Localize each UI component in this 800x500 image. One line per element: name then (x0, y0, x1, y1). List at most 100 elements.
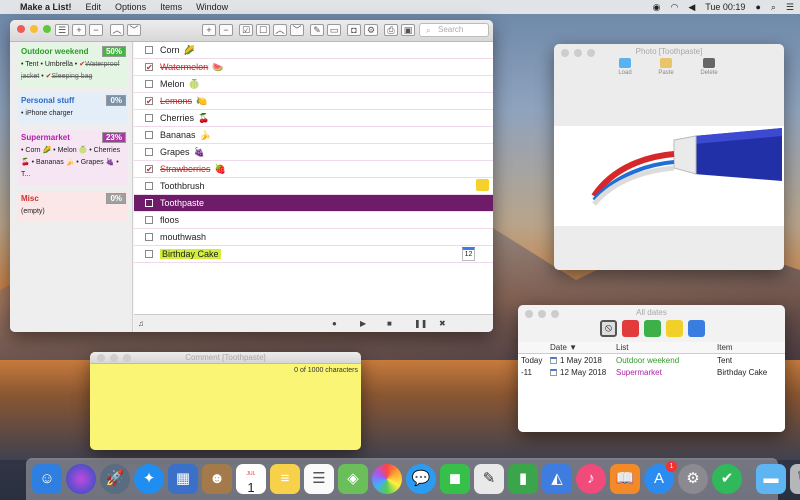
remove-item-button[interactable]: − (219, 24, 233, 36)
music-note-icon[interactable]: ♫ (138, 319, 144, 328)
delete-recording-icon[interactable]: ✖ (439, 319, 446, 328)
table-row[interactable]: -11 12 May 2018 Supermarket Birthday Cak… (518, 366, 785, 378)
messages-icon[interactable]: 💬 (406, 464, 436, 494)
user-icon[interactable]: ● (755, 2, 760, 12)
item-down-icon[interactable]: ﹀ (290, 24, 304, 36)
finder-icon[interactable]: ☺ (32, 464, 62, 494)
column-item[interactable]: Item (717, 343, 783, 352)
menubar-clock[interactable]: Tue 00:19 (705, 2, 745, 12)
spotlight-icon[interactable]: ⌕ (771, 2, 776, 13)
checkbox[interactable] (145, 233, 153, 241)
search-input[interactable]: ⌕ Search (419, 23, 489, 37)
trash-icon[interactable]: 🗑 (790, 464, 800, 494)
contacts-icon[interactable]: ☻ (202, 464, 232, 494)
launchpad-icon[interactable]: 🚀 (100, 464, 130, 494)
checkbox[interactable] (145, 182, 153, 190)
pause-icon[interactable]: ❚❚ (414, 319, 427, 328)
camera-icon[interactable]: ◘ (347, 24, 361, 36)
checkbox[interactable] (145, 250, 153, 258)
move-down-icon[interactable]: ﹀ (127, 24, 141, 36)
itunes-icon[interactable]: ♪ (576, 464, 606, 494)
list-group-supermarket[interactable]: Supermarket 23% • Corn 🌽 • Melon 🍈 • Che… (18, 130, 128, 185)
list-group-outdoor-weekend[interactable]: Outdoor weekend 50% • Tent • Umbrella • … (18, 44, 128, 87)
trash-toolbar-icon[interactable]: ▣ (401, 24, 415, 36)
list-item[interactable]: ✔ Watermelon 🍉 (134, 59, 493, 76)
uncheck-all-icon[interactable]: ☐ (256, 24, 270, 36)
check-all-icon[interactable]: ☑ (239, 24, 253, 36)
checkbox[interactable] (145, 199, 153, 207)
edit-pencil-icon[interactable]: ✎ (310, 24, 324, 36)
checkbox[interactable] (145, 216, 153, 224)
comment-icon[interactable]: ▭ (327, 24, 341, 36)
list-item[interactable]: floos (134, 212, 493, 229)
list-item-selected[interactable]: Toothpaste (134, 195, 493, 212)
add-list-button[interactable]: + (72, 24, 86, 36)
list-item[interactable]: Bananas 🍌 (134, 127, 493, 144)
menu-options[interactable]: Options (115, 2, 146, 12)
checkbox[interactable]: ✔ (145, 63, 153, 72)
wifi-icon[interactable]: ◠ (670, 2, 678, 13)
checkbox[interactable] (145, 80, 153, 88)
red-filter-button[interactable] (622, 320, 639, 337)
volume-icon[interactable]: ◀ (688, 2, 695, 13)
make-a-list-icon[interactable]: ✔ (712, 464, 742, 494)
record-icon[interactable]: ● (332, 319, 337, 328)
numbers-icon[interactable]: ▮ (508, 464, 538, 494)
add-item-button[interactable]: + (202, 24, 216, 36)
app-store-icon[interactable]: A 1 (644, 461, 677, 494)
print-icon[interactable]: ⎙ (384, 24, 398, 36)
maps-icon[interactable]: ◈ (338, 464, 368, 494)
column-list[interactable]: List (616, 343, 717, 352)
load-button[interactable]: Load (610, 58, 640, 76)
yellow-filter-button[interactable] (666, 320, 683, 337)
downloads-folder-icon[interactable]: ▬ (756, 464, 786, 494)
list-item[interactable]: Birthday Cake 12 (134, 246, 493, 263)
list-item[interactable]: Melon 🍈 (134, 76, 493, 93)
photos-icon[interactable] (372, 464, 402, 494)
notification-center-icon[interactable]: ☰ (786, 2, 794, 13)
app-menu[interactable]: Make a List! (20, 2, 72, 12)
list-item[interactable]: mouthwash (134, 229, 493, 246)
comment-textarea[interactable] (90, 376, 361, 450)
calendar-icon[interactable]: 12 (462, 247, 475, 261)
item-up-icon[interactable]: ︿ (273, 24, 287, 36)
delete-button[interactable]: Delete (694, 58, 724, 76)
textedit-icon[interactable]: ✎ (474, 464, 504, 494)
list-item[interactable]: Cherries 🍒 (134, 110, 493, 127)
facetime-icon[interactable]: ◼ (440, 464, 470, 494)
checkbox[interactable] (145, 131, 153, 139)
note-icon[interactable] (476, 179, 489, 191)
green-filter-button[interactable] (644, 320, 661, 337)
play-icon[interactable]: ▶ (360, 319, 366, 328)
checkbox[interactable] (145, 114, 153, 122)
column-date[interactable]: Date ▼ (550, 343, 616, 352)
list-item[interactable]: ✔ Lemons 🍋 (134, 93, 493, 110)
list-group-personal-stuff[interactable]: Personal stuff 0% • iPhone charger (18, 93, 128, 124)
no-filter-icon[interactable]: ⦸ (600, 320, 617, 337)
checkbox[interactable] (145, 46, 153, 54)
safari-icon[interactable]: ✦ (134, 464, 164, 494)
notes-icon[interactable]: ≡ (270, 464, 300, 494)
menu-window[interactable]: Window (196, 2, 228, 12)
checkbox[interactable] (145, 148, 153, 156)
system-preferences-icon[interactable]: ⚙ (678, 464, 708, 494)
list-item[interactable]: ✔ Strawberries 🍓 (134, 161, 493, 178)
list-group-misc[interactable]: Misc 0% (empty) (18, 191, 128, 222)
table-row[interactable]: Today 1 May 2018 Outdoor weekend Tent (518, 354, 785, 366)
calendar-dock-icon[interactable]: JUL 1 (236, 464, 266, 495)
reminders-icon[interactable]: ☰ (304, 464, 334, 494)
paste-button[interactable]: Paste (651, 58, 681, 76)
keynote-icon[interactable]: ◭ (542, 464, 572, 494)
preview-icon[interactable]: ▦ (168, 464, 198, 494)
blue-filter-button[interactable] (688, 320, 705, 337)
list-item[interactable]: Grapes 🍇 (134, 144, 493, 161)
list-item[interactable]: Corn 🌽 (134, 42, 493, 59)
checkbox[interactable]: ✔ (145, 165, 153, 174)
list-view-icon[interactable]: ☰ (55, 24, 69, 36)
checkbox[interactable]: ✔ (145, 97, 153, 106)
siri-icon[interactable] (66, 464, 96, 494)
menu-edit[interactable]: Edit (86, 2, 102, 12)
settings-gear-icon[interactable]: ⚙ (364, 24, 378, 36)
close-button[interactable] (17, 25, 25, 33)
stop-icon[interactable]: ■ (387, 319, 392, 328)
